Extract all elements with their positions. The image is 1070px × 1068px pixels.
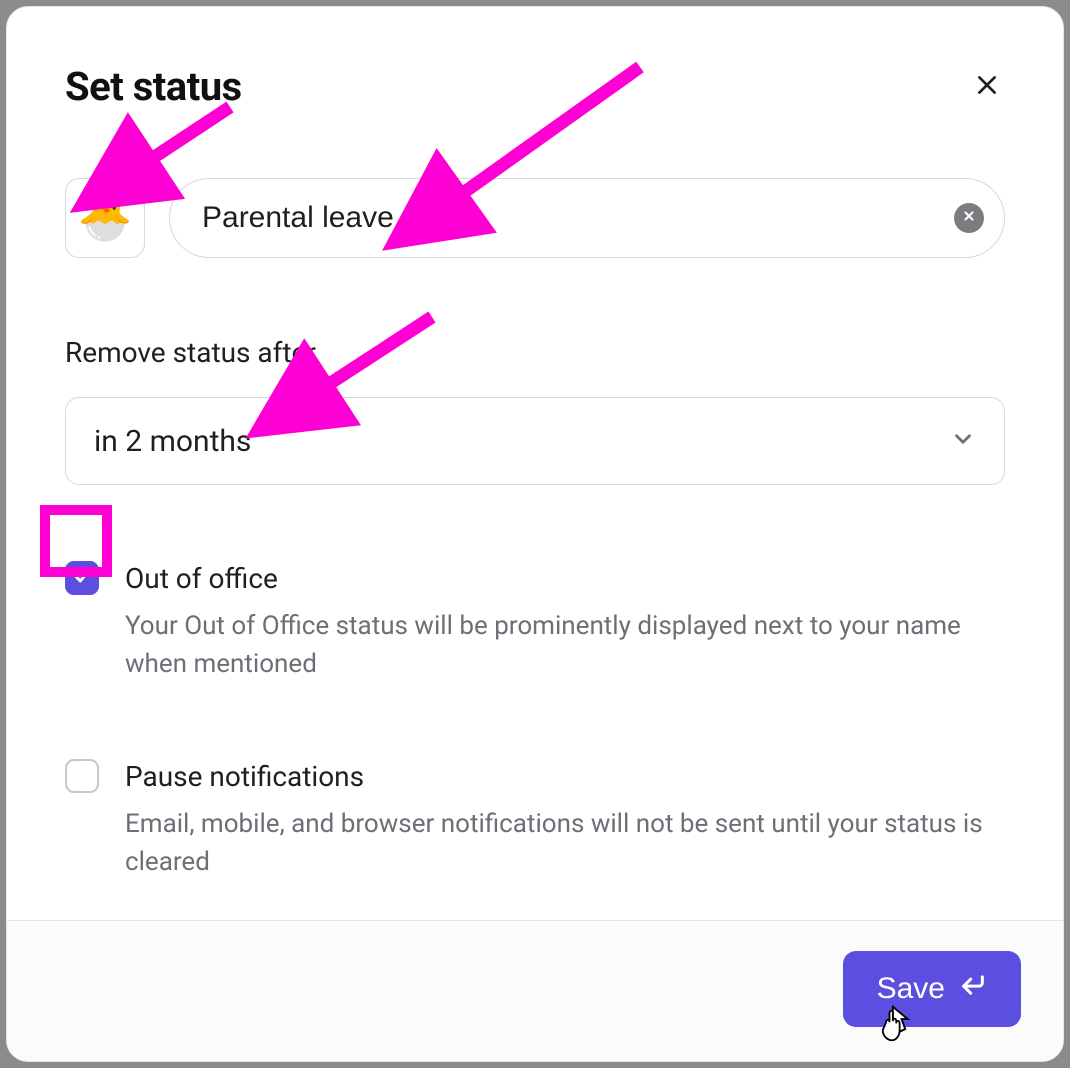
out-of-office-text: Out of office Your Out of Office status … <box>125 561 1005 683</box>
out-of-office-checkbox[interactable] <box>65 561 99 595</box>
pause-notifications-text: Pause notifications Email, mobile, and b… <box>125 759 1005 881</box>
pause-notifications-description: Email, mobile, and browser notifications… <box>125 806 1005 881</box>
status-input-container <box>169 178 1005 258</box>
save-button[interactable]: Save <box>843 951 1021 1027</box>
out-of-office-label: Out of office <box>125 561 1005 596</box>
close-button[interactable] <box>969 69 1005 105</box>
emoji-picker-button[interactable]: 🐣 <box>65 178 145 258</box>
pause-notifications-label: Pause notifications <box>125 759 1005 794</box>
close-icon <box>974 72 1000 101</box>
set-status-modal: Set status 🐣 Remove status after <box>6 6 1064 1062</box>
out-of-office-row: Out of office Your Out of Office status … <box>65 561 1005 683</box>
out-of-office-description: Your Out of Office status will be promin… <box>125 608 1005 683</box>
modal-header: Set status <box>65 63 1005 110</box>
pause-notifications-checkbox[interactable] <box>65 759 99 793</box>
status-input[interactable] <box>200 200 934 236</box>
save-button-label: Save <box>877 972 945 1006</box>
close-icon <box>962 209 976 228</box>
modal-title: Set status <box>65 63 242 110</box>
remove-after-value: in 2 months <box>94 424 251 459</box>
check-icon <box>72 566 92 590</box>
clear-status-button[interactable] <box>954 203 984 233</box>
modal-footer: Save <box>7 920 1063 1061</box>
pause-notifications-row: Pause notifications Email, mobile, and b… <box>65 759 1005 881</box>
status-row: 🐣 <box>65 178 1005 258</box>
hatching-chick-icon: 🐣 <box>78 192 133 244</box>
chevron-down-icon <box>950 426 976 456</box>
remove-after-label: Remove status after <box>65 336 1005 369</box>
enter-key-icon <box>959 971 987 1007</box>
remove-after-select[interactable]: in 2 months <box>65 397 1005 485</box>
modal-body: Set status 🐣 Remove status after <box>7 7 1063 920</box>
